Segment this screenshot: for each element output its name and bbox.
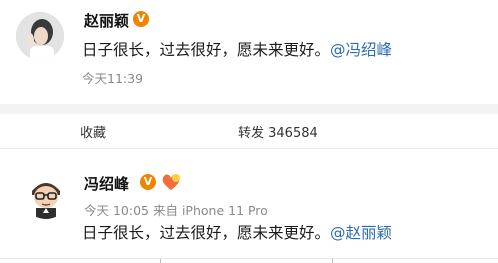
post-timestamp: 今天11:39	[82, 71, 144, 86]
post-content: 日子很长，过去很好，愿未来更好。@冯绍峰	[82, 38, 392, 60]
post-meta: 今天 10:05 来自 iPhone 11 Pro	[84, 203, 268, 218]
cartoon-avatar	[22, 171, 70, 219]
mention-link[interactable]: @冯绍峰	[330, 41, 392, 59]
author-avatar[interactable]	[22, 171, 70, 219]
bottom-tick	[160, 259, 161, 263]
verified-v-icon: V	[140, 174, 156, 190]
favorite-button[interactable]: 收藏	[80, 122, 106, 141]
mention-link[interactable]: @赵丽颖	[330, 224, 392, 242]
repost-button[interactable]: 转发 346584	[238, 122, 318, 141]
post-text: 日子很长，过去很好，愿未来更好。	[82, 41, 331, 59]
bottom-tick	[332, 259, 333, 263]
section-divider	[0, 104, 498, 114]
author-name[interactable]: 赵丽颖	[84, 10, 129, 31]
weibo-post-original: 赵丽颖 V 日子很长，过去很好，愿未来更好。@冯绍峰 今天11:39	[0, 0, 498, 104]
avatar-photo	[16, 12, 64, 60]
post-action-bar: 收藏 转发 346584	[0, 114, 498, 149]
bottom-divider	[0, 258, 498, 259]
author-name[interactable]: 冯绍峰	[84, 173, 129, 194]
fan-badge-icon	[160, 172, 182, 192]
verified-v-icon: V	[133, 11, 149, 27]
post-text: 日子很长，过去很好，愿未来更好。	[82, 224, 331, 242]
author-avatar[interactable]	[16, 12, 64, 60]
post-content: 日子很长，过去很好，愿未来更好。@赵丽颖	[82, 221, 392, 243]
